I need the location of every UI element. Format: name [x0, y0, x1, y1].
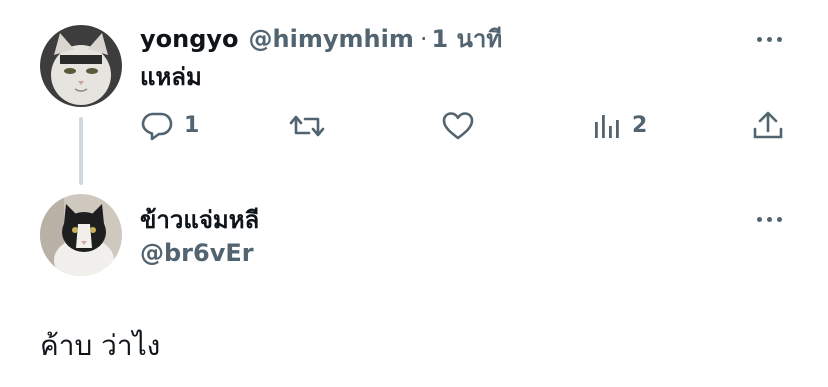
tweet-text: แหล่ม: [140, 63, 202, 91]
reply-count: 1: [184, 113, 200, 138]
thread-connector-line: [79, 117, 83, 185]
more-dot: [766, 216, 772, 222]
retweet-icon: [288, 110, 326, 142]
tweet-author-name[interactable]: yongyo: [140, 24, 239, 54]
tweet-timestamp[interactable]: 1 นาที: [431, 24, 502, 54]
reply-icon: [140, 110, 174, 142]
tweet-author-avatar[interactable]: [40, 25, 122, 107]
reply-author-avatar[interactable]: [40, 194, 122, 276]
retweet-button[interactable]: [288, 110, 336, 142]
heart-icon: [441, 110, 475, 142]
more-dot: [776, 216, 782, 222]
reply-button[interactable]: 1: [140, 110, 199, 142]
share-icon: [751, 110, 785, 142]
like-button[interactable]: [441, 110, 485, 142]
views-count: 2: [632, 113, 648, 138]
reply-author-handle[interactable]: @br6vEr: [140, 238, 254, 268]
reply-author-name[interactable]: ข้าวแจ่มหลี: [140, 205, 259, 235]
tweet-more-button[interactable]: [751, 29, 787, 49]
more-dot: [776, 36, 782, 42]
views-button[interactable]: 2: [592, 110, 647, 142]
share-button[interactable]: [751, 110, 795, 142]
separator-dot: ·: [419, 25, 428, 53]
views-chart-icon: [592, 110, 622, 142]
more-horizontal-icon: [756, 216, 762, 222]
more-dot: [766, 36, 772, 42]
reply-more-button[interactable]: [751, 209, 787, 229]
tweet-author-handle[interactable]: @himymhim: [249, 24, 414, 54]
more-horizontal-icon: [756, 36, 762, 42]
tweet-header: yongyo @himymhim · 1 นาที: [140, 24, 502, 54]
reply-compose-text[interactable]: ค้าบ ว่าไง: [40, 329, 160, 363]
